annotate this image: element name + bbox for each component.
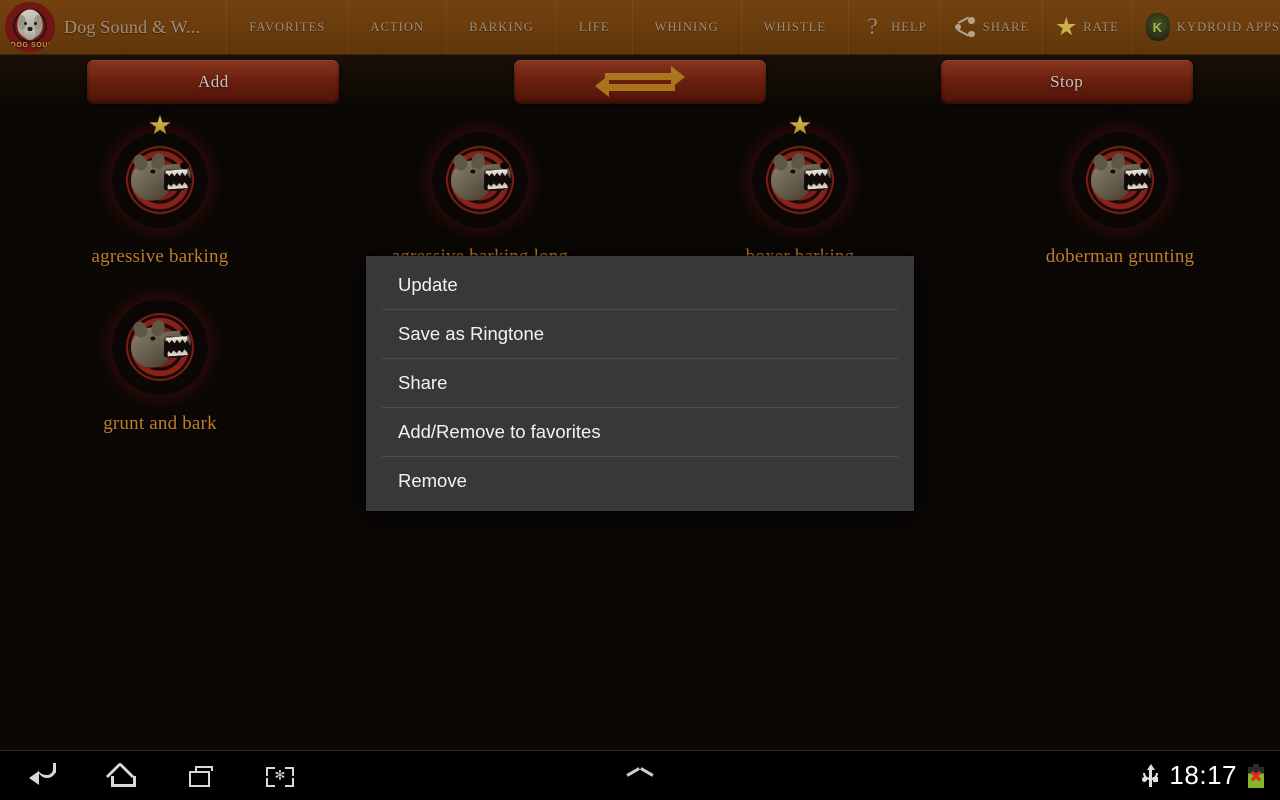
android-system-bar: ✻ 18:17 ✖ (0, 750, 1280, 800)
system-nav-buttons: ✻ (0, 759, 300, 793)
star-icon (1056, 17, 1076, 36)
logo-dog-nose (27, 27, 33, 31)
toolbar-slot-loop (427, 59, 854, 104)
recent-apps-icon[interactable] (182, 759, 222, 793)
back-arrow-icon[interactable] (26, 759, 66, 793)
barking-dog-icon (1087, 152, 1152, 208)
menu-item-remove[interactable]: Remove (366, 456, 914, 505)
menu-item-add-remove-to-favorites[interactable]: Add/Remove to favorites (366, 407, 914, 456)
nav-item-favorites[interactable]: FAVORITES (226, 0, 349, 55)
chevron-up-icon[interactable] (626, 766, 654, 782)
menu-item-share[interactable]: Share (366, 358, 914, 407)
dog-sound-logo-icon: DOG SOUND (5, 2, 55, 52)
logo-caption: DOG SOUND (10, 42, 55, 49)
app-logo[interactable]: DOG SOUND (0, 0, 60, 55)
screenshot-icon[interactable]: ✻ (260, 759, 300, 793)
toolbar-slot-add: Add (0, 59, 427, 104)
nav-item-action[interactable]: ACTION (348, 0, 448, 55)
sound-item-grunt-and-bark[interactable]: grunt and bark (0, 287, 320, 454)
player-toolbar: Add Stop (0, 55, 1280, 108)
nav-item-share[interactable]: SHARE (941, 0, 1044, 55)
header-nav: FAVORITES ACTION BARKING LIFE WHINING WH… (226, 0, 1280, 55)
barking-dog-icon (127, 152, 192, 208)
nav-item-kydroid-label: KYDROID APPS (1176, 19, 1280, 34)
kydroid-logo-icon (1145, 13, 1170, 41)
nav-item-help-label: HELP (891, 19, 927, 34)
nav-item-kydroid-apps[interactable]: KYDROID APPS (1133, 0, 1280, 55)
nav-item-share-label: SHARE (982, 19, 1030, 34)
sound-item-label: doberman grunting (1045, 246, 1195, 267)
nav-item-rate-label: RATE (1083, 19, 1119, 34)
sound-icon (752, 115, 848, 228)
sound-icon (1072, 132, 1168, 228)
status-clock: 18:17 (1169, 760, 1237, 790)
sound-icon (432, 132, 528, 228)
context-menu: Update Save as Ringtone Share Add/Remove… (366, 256, 914, 511)
sound-item-label: grunt and bark (103, 413, 217, 434)
nav-item-whining[interactable]: WHINING (633, 0, 742, 55)
nav-item-rate[interactable]: RATE (1043, 0, 1133, 55)
menu-item-save-as-ringtone[interactable]: Save as Ringtone (366, 309, 914, 358)
system-status-area[interactable]: 18:17 ✖ (1142, 760, 1280, 791)
add-button-label: Add (197, 71, 229, 91)
nav-item-help[interactable]: ? HELP (849, 0, 941, 55)
sound-item-doberman-grunting[interactable]: doberman grunting (960, 120, 1280, 287)
sound-icon (112, 115, 208, 228)
stop-button-label: Stop (1050, 71, 1084, 91)
loop-button[interactable] (514, 59, 766, 104)
home-icon[interactable] (104, 759, 144, 793)
sound-icon (112, 299, 208, 395)
logo-dog-eye-right (33, 22, 37, 25)
repeat-loop-icon (595, 65, 685, 99)
logo-dog-eye-left (23, 22, 27, 25)
app-title: Dog Sound & W... (64, 16, 201, 37)
nav-item-life[interactable]: LIFE (557, 0, 633, 55)
sound-item-agressive-barking[interactable]: agressive barking (0, 115, 320, 287)
nav-item-barking[interactable]: BARKING (447, 0, 557, 55)
question-mark-icon: ? (867, 14, 879, 39)
usb-icon (1142, 763, 1159, 788)
app-root: DOG SOUND Dog Sound & W... FAVORITES ACT… (0, 0, 1280, 800)
barking-dog-icon (447, 152, 512, 208)
toolbar-slot-stop: Stop (853, 59, 1280, 104)
barking-dog-icon (767, 152, 832, 208)
stop-button[interactable]: Stop (940, 59, 1193, 104)
barking-dog-icon (127, 319, 192, 375)
menu-item-update[interactable]: Update (366, 260, 914, 309)
sound-item-label: agressive barking (91, 246, 229, 267)
add-button[interactable]: Add (87, 59, 340, 104)
share-nodes-icon (954, 16, 976, 37)
battery-error-icon: ✖ (1248, 763, 1264, 788)
nav-item-whistle[interactable]: WHISTLE (742, 0, 850, 55)
app-header: DOG SOUND Dog Sound & W... FAVORITES ACT… (0, 0, 1280, 55)
